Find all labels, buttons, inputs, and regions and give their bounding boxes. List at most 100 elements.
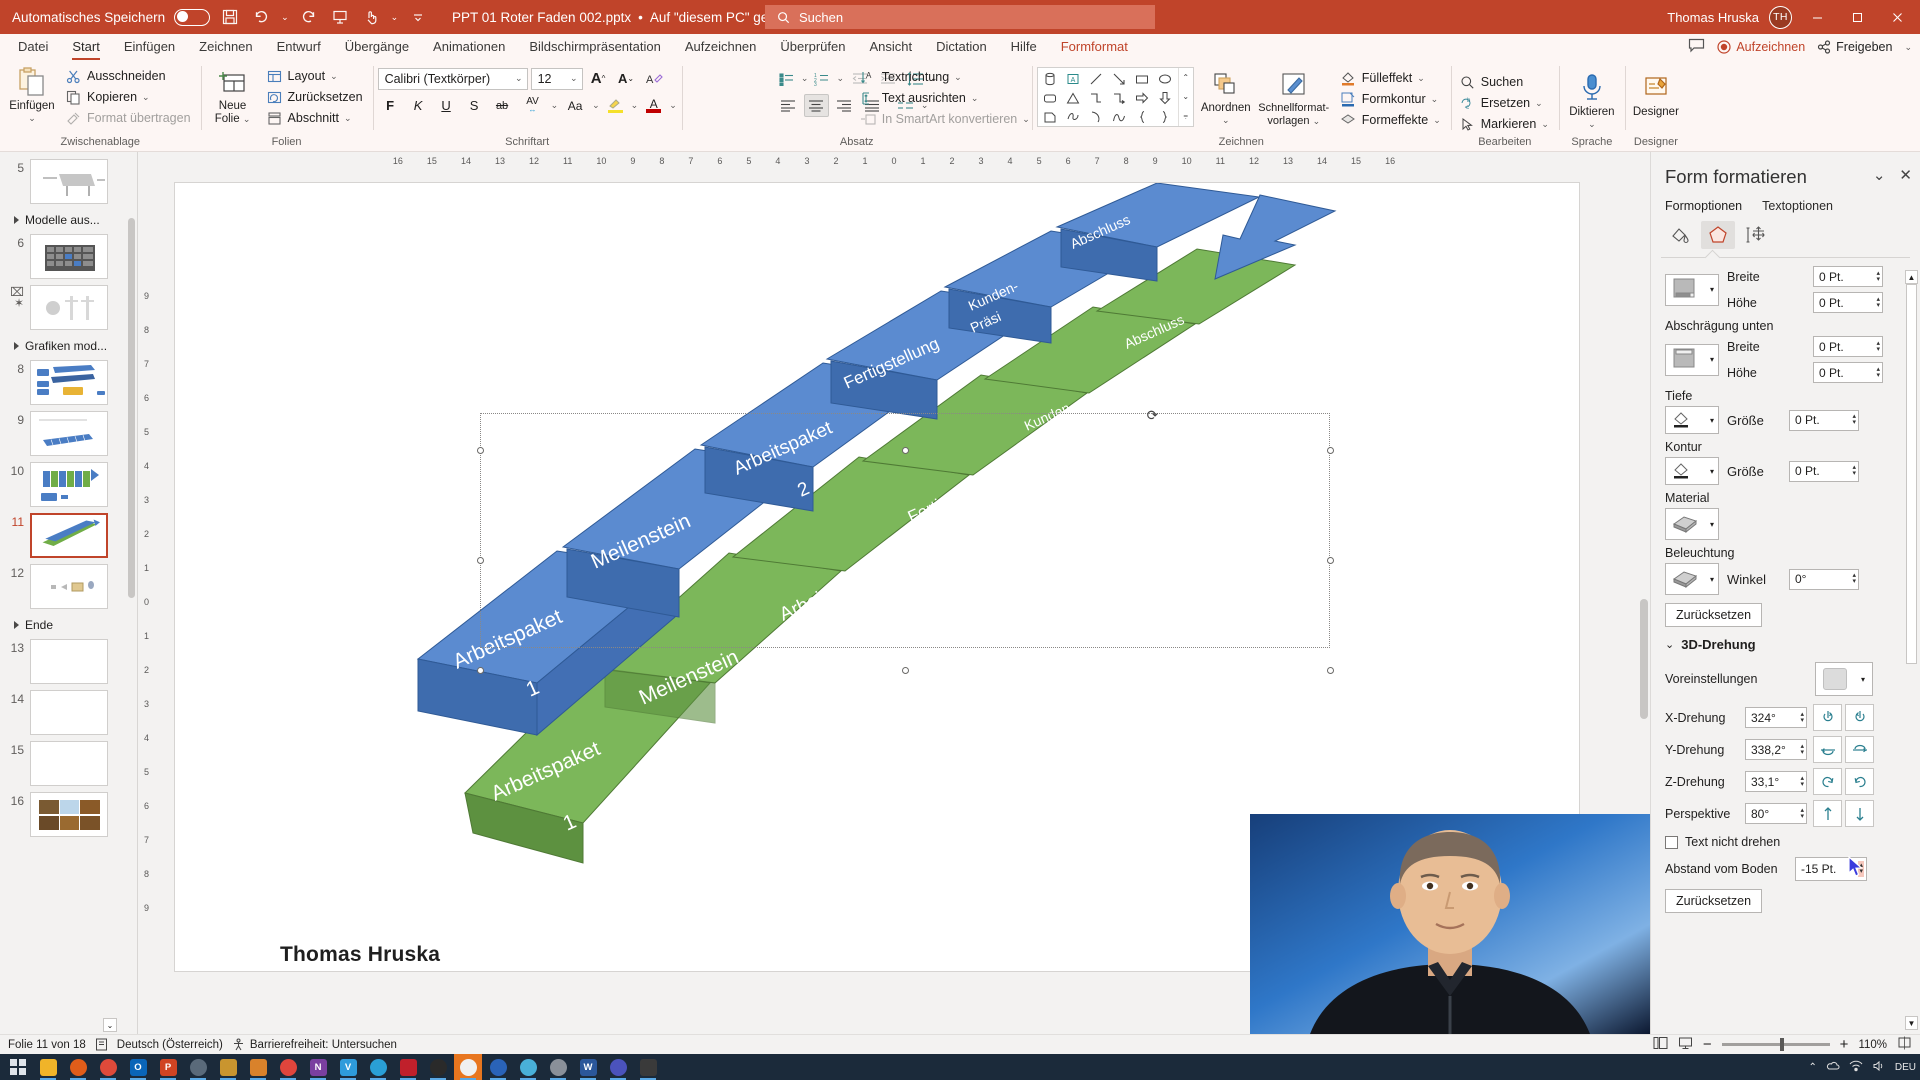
volume-icon[interactable] xyxy=(1872,1060,1886,1075)
redo-icon[interactable] xyxy=(298,6,320,28)
resize-handle-ne[interactable] xyxy=(1327,447,1334,454)
dictate-button[interactable]: Diktieren ⌄ xyxy=(1564,71,1620,130)
resize-handle-e[interactable] xyxy=(1327,557,1334,564)
reset-button[interactable]: Zurücksetzen xyxy=(263,87,368,107)
resize-handle-w[interactable] xyxy=(477,557,484,564)
contour-size-input[interactable]: 0 Pt. ▴ ▾ xyxy=(1789,460,1859,482)
shape-fill-button[interactable]: Fülleffekt ⌄ xyxy=(1337,68,1446,88)
network-icon[interactable] xyxy=(1849,1060,1863,1075)
tab-datei[interactable]: Datei xyxy=(6,36,60,58)
thumbnail-scroll-thumb[interactable] xyxy=(128,218,135,598)
font-name-combo[interactable]: Calibri (Textkörper) ⌄ xyxy=(377,67,528,90)
bevel-bottom-swatch[interactable]: ▾ xyxy=(1665,343,1719,376)
lighting-swatch[interactable]: ▾ xyxy=(1665,563,1719,595)
resize-handle-se[interactable] xyxy=(1327,667,1334,674)
x-rotation-input[interactable]: 324° ▴ ▾ xyxy=(1745,707,1807,728)
slide-thumbnail[interactable] xyxy=(30,234,108,279)
y-rotate-down-icon[interactable] xyxy=(1845,736,1874,763)
slide-thumbnail-panel[interactable]: 5 Modelle aus... 6 ⌧ ✶ Grafiken mod... 8… xyxy=(0,152,138,1034)
thumbnail-row[interactable]: 8 xyxy=(0,357,137,408)
taskbar-teams[interactable] xyxy=(604,1054,632,1080)
thumbnail-row[interactable]: 16 xyxy=(0,789,137,840)
layout-button[interactable]: Layout ⌄ xyxy=(263,66,368,86)
section-expand-icon[interactable] xyxy=(14,342,19,350)
pane-scrollbar[interactable]: ▲ ▼ xyxy=(1905,270,1918,1030)
shape-arc-icon[interactable] xyxy=(1085,107,1108,126)
designer-button[interactable]: Designer xyxy=(1630,71,1682,119)
text-highlight-button[interactable] xyxy=(603,94,628,117)
tab-formformat[interactable]: Formformat xyxy=(1049,36,1140,58)
shape-textbox-icon[interactable]: A xyxy=(1062,69,1085,88)
shadow-button[interactable]: S xyxy=(462,94,487,117)
taskbar-mag-app[interactable] xyxy=(514,1054,542,1080)
copy-chevron-icon[interactable]: ⌄ xyxy=(142,92,150,103)
perspective-input[interactable]: 80° ▴ ▾ xyxy=(1745,803,1807,824)
taskbar-word[interactable]: W xyxy=(574,1054,602,1080)
tab-textoptionen[interactable]: Textoptionen xyxy=(1762,199,1833,213)
tab-animationen[interactable]: Animationen xyxy=(421,36,517,58)
shapes-more-button[interactable]: ⩦ xyxy=(1179,107,1193,126)
restore-button[interactable] xyxy=(1842,0,1872,34)
thumbnail-row[interactable]: 12 xyxy=(0,561,137,612)
pane-scroll-up-button[interactable]: ▲ xyxy=(1905,270,1918,284)
slide-thumbnail[interactable] xyxy=(30,462,108,507)
reset-rotation-button[interactable]: Zurücksetzen xyxy=(1665,889,1763,913)
present-icon[interactable] xyxy=(329,6,351,28)
section-header[interactable]: Grafiken mod... xyxy=(0,333,137,357)
align-text-button[interactable]: Text ausrichten ⌄ xyxy=(857,88,1035,108)
accessibility-check-icon[interactable] xyxy=(95,1038,108,1051)
normal-view-icon[interactable] xyxy=(1653,1036,1668,1053)
layout-chevron-icon[interactable]: ⌄ xyxy=(330,71,338,82)
numbering-button[interactable]: 1 2 3 xyxy=(811,67,833,90)
taskbar-flower-app[interactable] xyxy=(274,1054,302,1080)
smartart-chevron-icon[interactable]: ⌄ xyxy=(1022,114,1030,125)
fill-line-icon[interactable] xyxy=(1663,221,1697,249)
shape-rectangle-icon[interactable] xyxy=(1131,69,1154,88)
slide-thumbnail[interactable] xyxy=(30,411,108,456)
shape-elbow-arrow-icon[interactable] xyxy=(1108,88,1131,107)
italic-button[interactable]: K xyxy=(406,94,431,117)
align-left-button[interactable] xyxy=(776,94,801,117)
pane-close-icon[interactable]: ✕ xyxy=(1899,166,1912,184)
taskbar-outlook[interactable]: O xyxy=(124,1054,152,1080)
taskbar-recorder[interactable] xyxy=(454,1054,482,1080)
resize-handle-nw[interactable] xyxy=(477,447,484,454)
thumbnail-row[interactable]: 13 xyxy=(0,636,137,687)
touch-mode-icon[interactable] xyxy=(360,6,382,28)
resize-handle-s[interactable] xyxy=(902,667,909,674)
perspective-increase-icon[interactable] xyxy=(1813,800,1842,827)
font-name-chevron-icon[interactable]: ⌄ xyxy=(515,73,523,84)
arrange-button[interactable]: Anordnen ⌄ xyxy=(1197,67,1255,126)
reset-3d-format-button[interactable]: Zurücksetzen xyxy=(1665,603,1763,627)
section-button[interactable]: Abschnitt ⌄ xyxy=(263,108,368,128)
font-color-button[interactable]: A xyxy=(641,94,666,117)
section-header[interactable]: Ende xyxy=(0,612,137,636)
slide-thumbnail[interactable] xyxy=(30,792,108,837)
search-box[interactable]: Suchen xyxy=(765,5,1155,29)
thumbnail-row-current[interactable]: 11 xyxy=(0,510,137,561)
thumbnail-row[interactable]: 15 xyxy=(0,738,137,789)
taskbar-powerpoint[interactable]: P xyxy=(154,1054,182,1080)
slide-sorter-icon[interactable] xyxy=(1678,1036,1693,1053)
taskbar-firefox[interactable] xyxy=(64,1054,92,1080)
accessibility-status[interactable]: Barrierefreiheit: Untersuchen xyxy=(232,1038,397,1051)
bullets-button[interactable] xyxy=(776,67,798,90)
zoom-out-button[interactable]: − xyxy=(1703,1036,1712,1053)
slide-thumbnail[interactable] xyxy=(30,159,108,204)
taskbar-acrobat[interactable] xyxy=(394,1054,422,1080)
align-right-button[interactable] xyxy=(832,94,857,117)
tab-entwurf[interactable]: Entwurf xyxy=(265,36,333,58)
shape-triangle-icon[interactable] xyxy=(1062,88,1085,107)
zoom-in-button[interactable]: + xyxy=(1840,1036,1849,1053)
contour-color-swatch[interactable]: ▾ xyxy=(1665,457,1719,485)
taskbar-camtasia[interactable]: V xyxy=(334,1054,362,1080)
thumbnail-row[interactable]: 14 xyxy=(0,687,137,738)
zoom-slider[interactable] xyxy=(1721,1038,1830,1051)
find-button[interactable]: Suchen xyxy=(1456,72,1554,92)
slide-title-text[interactable]: Thomas Hruska xyxy=(280,943,440,967)
shape-right-brace-icon[interactable] xyxy=(1154,107,1177,126)
z-rotation-input[interactable]: 33,1° ▴ ▾ xyxy=(1745,771,1807,792)
y-rotation-input[interactable]: 338,2° ▴ ▾ xyxy=(1745,739,1807,760)
shape-rounded-rect-icon[interactable] xyxy=(1039,88,1062,107)
keep-text-flat-checkbox[interactable] xyxy=(1665,835,1678,849)
